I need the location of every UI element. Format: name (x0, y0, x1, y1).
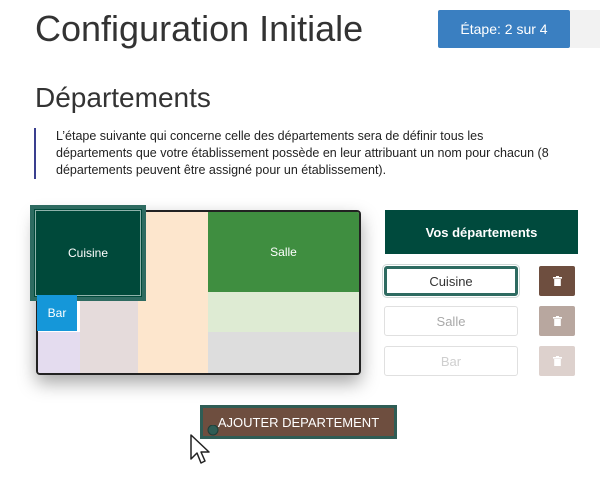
add-department-button[interactable]: AJOUTER DEPARTEMENT (200, 405, 397, 439)
delete-department-button[interactable] (539, 306, 575, 336)
plan-zone-empty[interactable] (38, 332, 80, 373)
department-input-salle[interactable]: Salle (384, 306, 518, 336)
plan-zone-empty[interactable] (208, 332, 359, 373)
step-badge-extension (570, 10, 600, 48)
trash-icon (552, 276, 562, 286)
department-input-bar[interactable]: Bar (384, 346, 518, 376)
section-description: L’étape suivante qui concerne celle des … (34, 128, 556, 179)
trash-icon (552, 316, 562, 326)
delete-department-button[interactable] (539, 266, 575, 296)
plan-zone-salle[interactable]: Salle (208, 212, 359, 292)
department-input-cuisine[interactable]: Cuisine (382, 264, 520, 298)
departments-header: Vos départements (385, 210, 578, 254)
plan-zone-empty[interactable] (138, 212, 208, 373)
trash-icon (552, 356, 562, 366)
step-badge: Étape: 2 sur 4 (438, 10, 570, 48)
plan-zone-cuisine[interactable]: Cuisine (30, 205, 146, 301)
plan-zone-empty[interactable] (80, 292, 138, 373)
delete-department-button[interactable] (539, 346, 575, 376)
plan-zone-bar[interactable]: Bar (37, 295, 77, 331)
mouse-cursor-icon (190, 425, 219, 464)
plan-zone-empty[interactable] (208, 292, 359, 332)
page-title: Configuration Initiale (35, 8, 364, 49)
section-title: Départements (35, 82, 211, 113)
